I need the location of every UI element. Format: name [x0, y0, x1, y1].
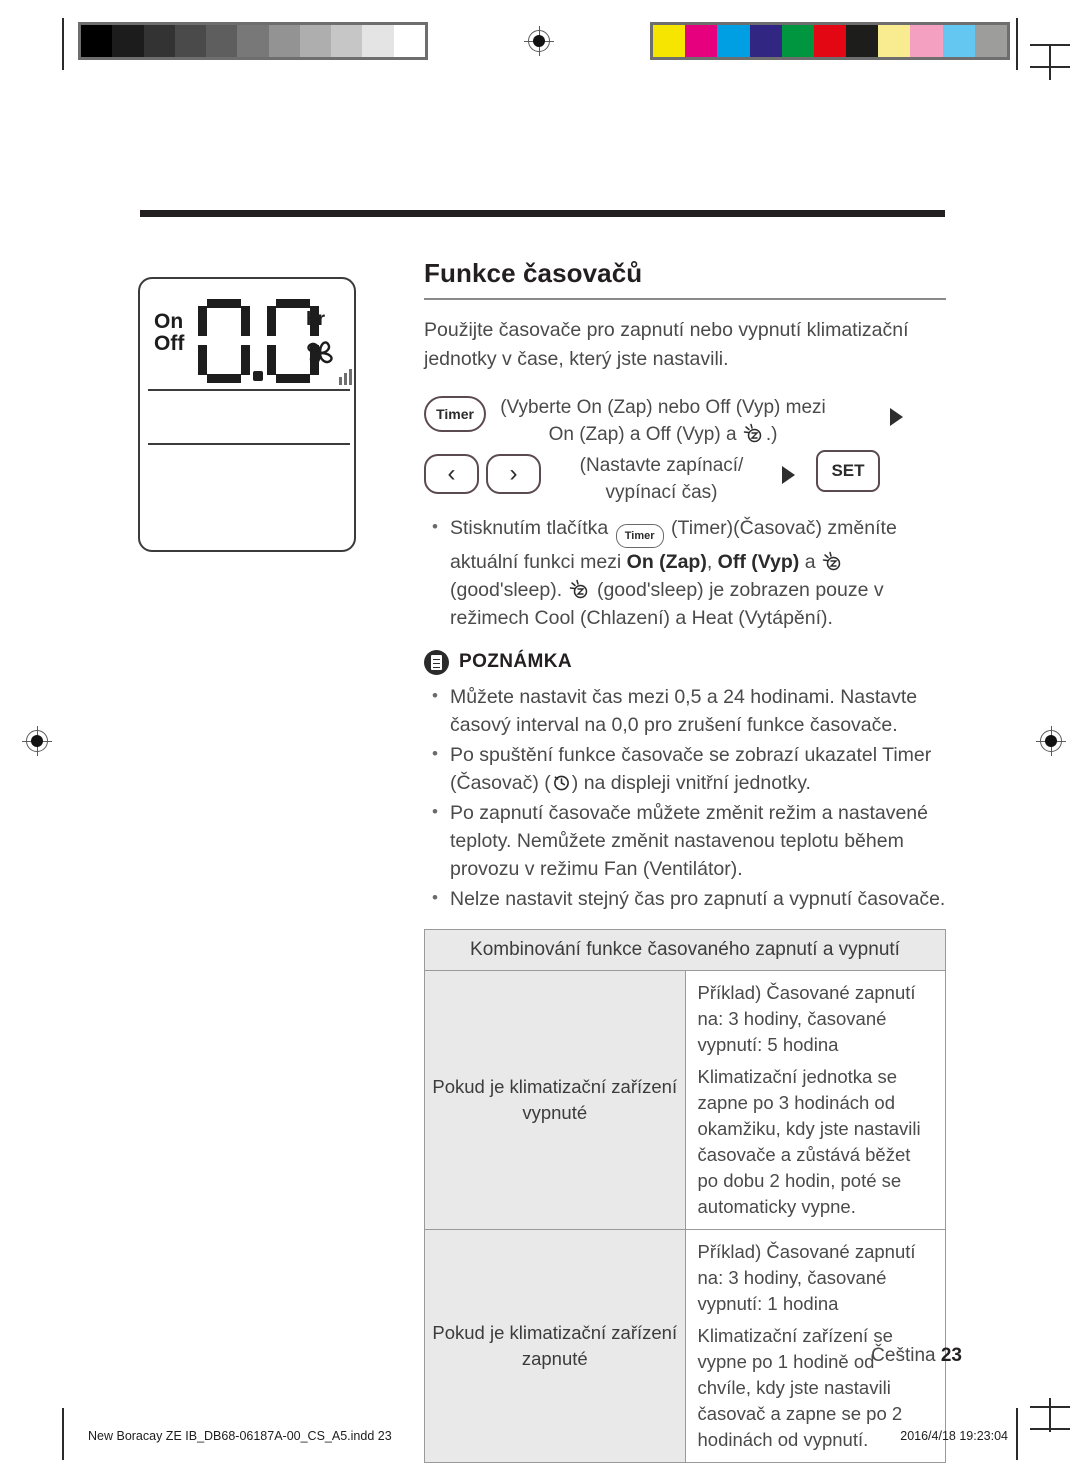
table-row: Pokud je klimatizační zařízení vypnuté P… — [424, 969, 946, 1230]
page-content: On Off hr Funkce časovačů Použijte časov… — [0, 0, 1080, 1476]
goodsleep-icon-inline-1 — [822, 551, 844, 573]
step-1-text: (Vyberte On (Zap) nebo Off (Vyp) mezi On… — [498, 394, 828, 448]
intro-seg-5: (good'sleep). — [450, 578, 568, 601]
table-header-cell: Kombinování funkce časovaného zapnutí a … — [424, 928, 946, 971]
lcd-on-label: On — [154, 310, 184, 333]
table-cell-para: Příklad) Časované zapnutí na: 3 hodiny, … — [697, 981, 916, 1055]
operation-steps: Timer (Vyberte On (Zap) nebo Off (Vyp) m… — [424, 394, 946, 514]
intro-seg-3: , — [706, 550, 718, 573]
intro-seg-4: a — [799, 550, 821, 573]
table-cell-para: Klimatizační zařízení se vypne po 1 hodi… — [697, 1324, 903, 1450]
table-row-value-off: Příklad) Časované zapnutí na: 3 hodiny, … — [684, 969, 946, 1230]
goodsleep-icon-inline-2 — [569, 579, 591, 601]
list-item: Nelze nastavit stejný čas pro zapnutí a … — [424, 884, 946, 913]
flow-arrow-icon-1 — [890, 407, 903, 426]
table-row: Pokud je klimatizační zařízení zapnuté P… — [424, 1228, 946, 1463]
page-number: Čeština 23 — [871, 1345, 962, 1367]
main-column: Funkce časovačů Použijte časovače pro za… — [424, 258, 946, 1463]
fan-icon — [303, 337, 339, 376]
prev-button[interactable]: ‹ — [424, 453, 479, 494]
lcd-unit-label: hr — [306, 309, 325, 330]
step-2-line-2: vypínací čas) — [605, 481, 718, 503]
note-2-post: ) na displeji vnitřní jednotky. — [571, 771, 811, 794]
lcd-divider-2 — [148, 443, 350, 445]
clock-icon — [552, 772, 571, 791]
page-top-rule — [140, 210, 945, 217]
set-button[interactable]: SET — [816, 449, 880, 492]
intro-paragraph: Použijte časovače pro zapnutí nebo vypnu… — [424, 318, 909, 370]
list-item: Po spuštění funkce časovače se zobrazí u… — [424, 740, 946, 797]
lcd-seven-segment-value — [198, 299, 319, 383]
list-item: Stisknutím tlačítka Timer (Timer)(Časova… — [424, 513, 946, 632]
step-1-line-2-post: .) — [765, 423, 778, 445]
step-2-line-1: (Nastavte zapínací/ — [579, 454, 744, 476]
table-cell-para: Příklad) Časované zapnutí na: 3 hodiny, … — [697, 1240, 916, 1314]
page-language-label: Čeština — [871, 1345, 936, 1366]
lcd-off-label: Off — [154, 332, 185, 355]
intro-bold-on: On (Zap) — [626, 550, 707, 573]
table-row-label-on: Pokud je klimatizační zařízení zapnuté — [424, 1228, 686, 1463]
table-header-row: Kombinování funkce časovaného zapnutí a … — [424, 928, 946, 971]
flow-arrow-icon-2 — [782, 465, 795, 484]
footer-file-name: New Boracay ZE IB_DB68-06187A-00_CS_A5.i… — [88, 1429, 392, 1443]
step-2-text: (Nastavte zapínací/ vypínací čas) — [554, 452, 769, 506]
lcd-decimal-point — [253, 371, 263, 381]
intro-bullet-list: Stisknutím tlačítka Timer (Timer)(Časova… — [424, 513, 946, 632]
next-button[interactable]: › — [486, 453, 541, 494]
intro-seg-1: Stisknutím tlačítka — [450, 516, 614, 539]
title-underline — [424, 298, 946, 300]
goodsleep-icon — [743, 423, 765, 445]
lcd-divider-1 — [148, 389, 350, 391]
note-bullet-list: Můžete nastavit čas mezi 0,5 a 24 hodina… — [424, 682, 946, 913]
timer-button[interactable]: Timer — [424, 395, 486, 432]
intro-bold-off: Off (Vyp) — [717, 550, 800, 573]
remote-lcd-illustration: On Off hr — [138, 277, 356, 552]
table-cell-para: Klimatizační jednotka se zapne po 3 hodi… — [697, 1065, 921, 1217]
step-1-line-2-pre: On (Zap) a Off (Vyp) a — [548, 423, 742, 445]
table-row-label-off: Pokud je klimatizační zařízení vypnuté — [424, 969, 686, 1230]
lcd-onoff-labels: On Off — [154, 311, 184, 355]
note-heading: POZNÁMKA — [424, 649, 946, 675]
note-heading-label: POZNÁMKA — [459, 651, 572, 673]
list-item: Můžete nastavit čas mezi 0,5 a 24 hodina… — [424, 682, 946, 739]
list-item: Po zapnutí časovače můžete změnit režim … — [424, 798, 946, 883]
timer-inline-icon: Timer — [615, 523, 664, 548]
page-number-value: 23 — [940, 1345, 962, 1366]
note-document-icon — [424, 649, 449, 675]
signal-bars-icon — [339, 369, 352, 385]
lcd-digit-tens — [198, 299, 250, 383]
page-title: Funkce časovačů — [424, 258, 643, 288]
step-1-line-1: (Vyberte On (Zap) nebo Off (Vyp) mezi — [500, 396, 826, 418]
timer-combination-table: Kombinování funkce časovaného zapnutí a … — [424, 928, 946, 1463]
footer-timestamp: 2016/4/18 19:23:04 — [900, 1429, 1008, 1443]
